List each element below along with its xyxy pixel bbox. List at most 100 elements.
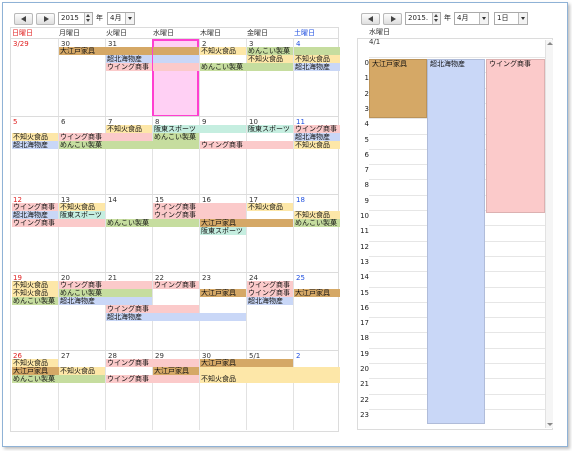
- chevron-down-icon[interactable]: [479, 13, 488, 24]
- day-year-spinner[interactable]: 2015.: [405, 12, 441, 25]
- calendar-event[interactable]: 超北海物産: [294, 133, 340, 141]
- calendar-event[interactable]: ウイング商事: [12, 219, 105, 227]
- calendar-event[interactable]: 阪東スポーツ: [200, 227, 246, 235]
- calendar-event[interactable]: 不知火食品: [294, 141, 340, 149]
- calendar-event[interactable]: ウイング商事: [59, 133, 152, 141]
- calendar-event[interactable]: 不知火食品: [106, 125, 152, 133]
- calendar-event[interactable]: [153, 47, 199, 55]
- calendar-event[interactable]: 不知火食品: [294, 211, 340, 219]
- scroll-down-icon[interactable]: [547, 423, 553, 426]
- calendar-event[interactable]: 大江戸家具: [200, 359, 293, 367]
- day-cell[interactable]: 6: [58, 117, 105, 194]
- calendar-event[interactable]: 不知火食品: [12, 359, 58, 367]
- calendar-event[interactable]: ウイング商事: [106, 375, 199, 383]
- calendar-event[interactable]: 阪東スポーツ: [247, 125, 293, 133]
- calendar-event[interactable]: めんこい製菓: [200, 63, 293, 71]
- calendar-event[interactable]: 大江戸家具: [59, 47, 152, 55]
- day-month-select[interactable]: 4月: [454, 12, 489, 25]
- day-cell[interactable]: 3/29: [11, 39, 58, 116]
- calendar-event[interactable]: 阪東スポーツ: [153, 125, 246, 133]
- calendar-event[interactable]: 大江戸家具: [294, 289, 340, 297]
- scroll-up-icon[interactable]: [547, 42, 553, 45]
- calendar-event[interactable]: ウイング商事: [153, 281, 199, 289]
- day-cell[interactable]: 18: [293, 195, 340, 272]
- month-year-spinner[interactable]: 2015: [58, 12, 93, 25]
- prev-day-button[interactable]: [361, 13, 380, 25]
- calendar-event[interactable]: 大江戸家具: [153, 367, 199, 375]
- day-cell[interactable]: 23: [199, 273, 246, 350]
- day-cell[interactable]: 2: [293, 351, 340, 430]
- calendar-event[interactable]: ウイング商事: [153, 211, 246, 219]
- calendar-event[interactable]: [153, 55, 199, 63]
- calendar-event[interactable]: 超北海物産: [12, 141, 58, 149]
- day-event[interactable]: 超北海物産: [427, 59, 485, 425]
- day-number: 18: [296, 196, 305, 204]
- calendar-event[interactable]: 不知火食品: [247, 203, 293, 211]
- calendar-event[interactable]: 大江戸家具: [200, 219, 293, 227]
- day-cell[interactable]: 27: [58, 351, 105, 430]
- calendar-event[interactable]: 不知火食品: [12, 281, 58, 289]
- chevron-down-icon[interactable]: [518, 13, 527, 24]
- calendar-event[interactable]: [294, 47, 340, 55]
- day-cell[interactable]: 5: [11, 117, 58, 194]
- calendar-event[interactable]: 超北海物産: [59, 297, 152, 305]
- calendar-event[interactable]: 不知火食品: [294, 55, 340, 63]
- calendar-event[interactable]: ウイング商事: [200, 141, 293, 149]
- weekday-label: 木曜日: [200, 29, 221, 37]
- calendar-event[interactable]: 不知火食品: [59, 203, 105, 211]
- hour-label: 2: [364, 89, 369, 98]
- calendar-event[interactable]: めんこい製菓: [12, 297, 58, 305]
- day-cell[interactable]: 25: [293, 273, 340, 350]
- day-view-scrollbar[interactable]: [545, 40, 553, 428]
- spinner-arrows-icon[interactable]: [432, 13, 440, 24]
- calendar-event[interactable]: 超北海物産: [106, 313, 246, 321]
- hour-label: 21: [360, 380, 369, 389]
- spinner-arrows-icon[interactable]: [84, 13, 92, 24]
- calendar-event[interactable]: ウイング商事: [153, 203, 246, 211]
- calendar-event[interactable]: めんこい製菓: [12, 375, 105, 383]
- calendar-event[interactable]: ウイング商事: [106, 63, 152, 71]
- calendar-event[interactable]: 不知火食品: [12, 289, 58, 297]
- day-event[interactable]: ウイング商事: [486, 59, 545, 214]
- month-month-select[interactable]: 4月: [107, 12, 135, 25]
- calendar-event[interactable]: ウイング商事: [12, 203, 58, 211]
- calendar-event[interactable]: めんこい製菓: [59, 289, 152, 297]
- calendar-event[interactable]: 超北海物産: [106, 55, 152, 63]
- calendar-event[interactable]: [153, 63, 199, 71]
- calendar-event[interactable]: 大江戸家具: [200, 289, 246, 297]
- hour-label: 22: [360, 395, 369, 404]
- calendar-event[interactable]: 不知火食品: [247, 55, 293, 63]
- calendar-event[interactable]: 超北海物産: [294, 63, 340, 71]
- calendar-event[interactable]: めんこい製菓: [153, 133, 199, 141]
- hour-label: 7: [364, 166, 369, 175]
- day-number: 5: [13, 118, 18, 126]
- calendar-event[interactable]: ウイング商事: [106, 305, 199, 313]
- calendar-event[interactable]: 不知火食品: [200, 47, 246, 55]
- calendar-event[interactable]: 超北海物産: [247, 297, 293, 305]
- calendar-event[interactable]: ウイング商事: [59, 281, 152, 289]
- calendar-event[interactable]: 不知火食品: [12, 133, 58, 141]
- calendar-event[interactable]: 不知火食品: [59, 367, 105, 375]
- day-cell[interactable]: 14: [105, 195, 152, 272]
- next-month-button[interactable]: [36, 13, 55, 25]
- hour-label: 4: [364, 120, 369, 129]
- calendar-event[interactable]: 超北海物産: [12, 211, 58, 219]
- calendar-event[interactable]: めんこい製菓: [59, 141, 199, 149]
- calendar-event[interactable]: めんこい製菓: [106, 219, 199, 227]
- chevron-down-icon[interactable]: [125, 13, 134, 24]
- calendar-event[interactable]: 阪東スポーツ: [59, 211, 105, 219]
- calendar-event[interactable]: ウイング商事: [294, 125, 340, 133]
- calendar-event[interactable]: [200, 367, 340, 375]
- calendar-event[interactable]: 不知火食品: [200, 375, 340, 383]
- day-event[interactable]: 大江戸家具: [369, 59, 427, 119]
- calendar-event[interactable]: ウイング商事: [106, 359, 199, 367]
- weekday-label: 金曜日: [247, 29, 268, 37]
- prev-month-button[interactable]: [14, 13, 33, 25]
- calendar-event[interactable]: めんこい製菓: [294, 219, 340, 227]
- calendar-event[interactable]: めんこい製菓: [247, 47, 293, 55]
- day-day-select[interactable]: 1日: [494, 12, 528, 25]
- next-day-button[interactable]: [383, 13, 402, 25]
- calendar-event[interactable]: ウイング商事: [247, 289, 293, 297]
- hour-label: 16: [360, 303, 369, 312]
- calendar-event[interactable]: ウイング商事: [247, 281, 293, 289]
